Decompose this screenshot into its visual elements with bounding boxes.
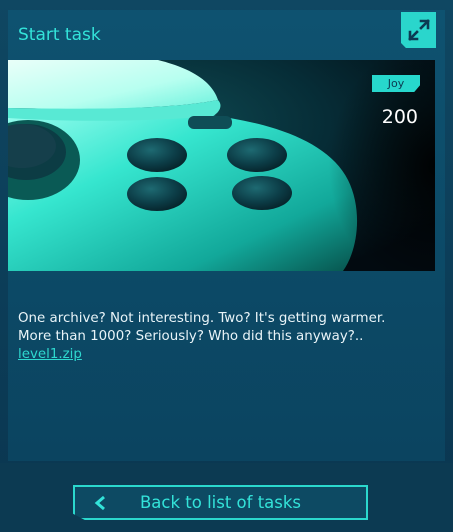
chevron-left-icon bbox=[94, 495, 105, 511]
download-link[interactable]: level1.zip bbox=[18, 347, 82, 362]
task-image bbox=[8, 60, 435, 271]
description-line: More than 1000? Seriously? Who did this … bbox=[18, 329, 364, 344]
back-button-label: Back to list of tasks bbox=[139, 493, 302, 512]
expand-icon bbox=[407, 19, 430, 41]
category-badge: Joy bbox=[372, 75, 420, 92]
task-page: Start task Joy 200 One archive? Not inte… bbox=[0, 0, 453, 532]
description-line: One archive? Not interesting. Two? It's … bbox=[18, 311, 386, 326]
task-description: One archive? Not interesting. Two? It's … bbox=[18, 310, 433, 364]
expand-button[interactable] bbox=[401, 12, 436, 48]
task-points: 200 bbox=[381, 106, 418, 128]
back-to-tasks-button[interactable]: Back to list of tasks bbox=[73, 485, 368, 520]
task-title: Start task bbox=[18, 25, 101, 45]
gamepad-image bbox=[8, 60, 435, 271]
task-card: Start task Joy 200 One archive? Not inte… bbox=[8, 10, 445, 461]
